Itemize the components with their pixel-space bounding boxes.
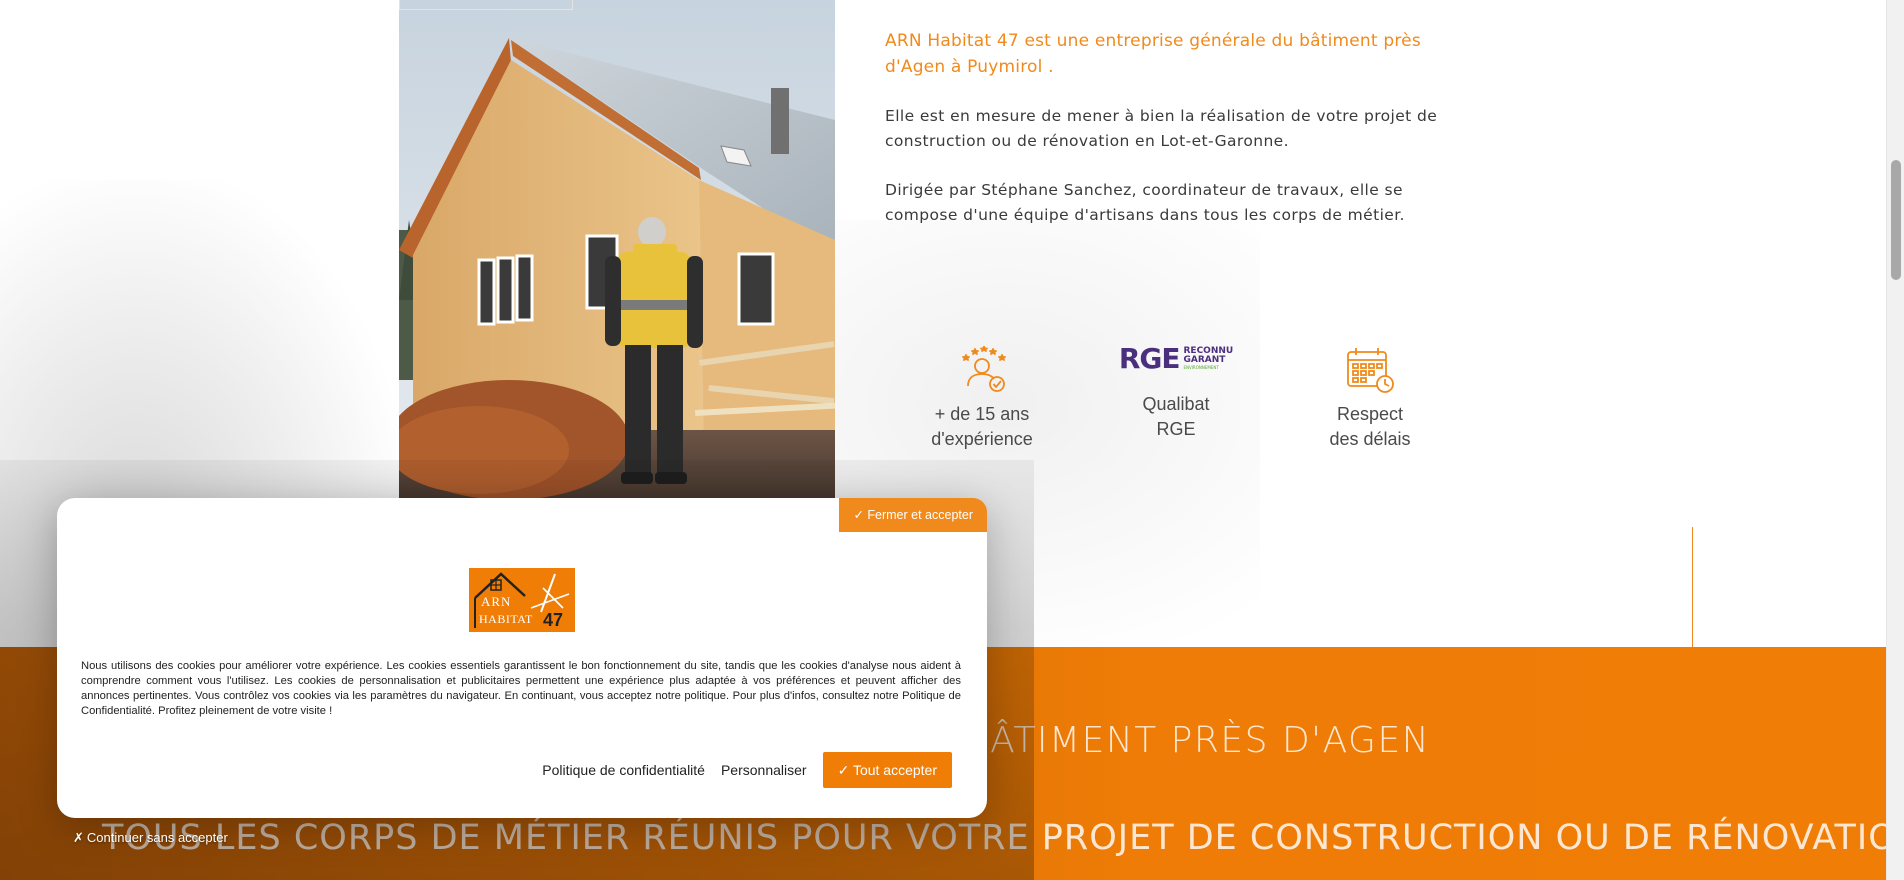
privacy-policy-link[interactable]: Politique de confidentialité [542, 762, 705, 778]
close-and-accept-button[interactable]: ✓ Fermer et accepter [839, 498, 987, 532]
rge-logo-text: RGE [1118, 341, 1181, 375]
cookie-actions: Politique de confidentialité Personnalis… [542, 752, 952, 788]
calendar-clock-icon [1347, 348, 1394, 393]
feature-label: d'expérience [931, 429, 1033, 449]
feature-label: Respect [1336, 404, 1404, 424]
cookie-description: Nous utilisons des cookies pour améliore… [81, 660, 961, 717]
decorative-frame [399, 0, 573, 10]
company-logo: ARN HABITAT 47 [469, 568, 575, 632]
rge-logo-sub: GARANT [1183, 354, 1226, 365]
intro-paragraph: Dirigée par Stéphane Sanchez, coordinate… [885, 181, 1405, 224]
decorative-line [1692, 527, 1693, 647]
feature-label: des délais [1329, 429, 1411, 449]
feature-rge: RGE RECONNU GARANT ENVIRONNEMENT Qualiba… [1116, 342, 1236, 442]
feature-deadlines: Respect des délais [1300, 346, 1440, 452]
accept-all-button[interactable]: ✓ Tout accepter [822, 752, 952, 788]
house-construction-photo [399, 0, 835, 498]
intro-paragraph: Elle est en mesure de mener à bien la ré… [885, 107, 1438, 150]
scrollbar[interactable] [1886, 0, 1904, 880]
rge-logo-sub: ENVIRONNEMENT [1183, 364, 1219, 370]
rge-logo: RGE RECONNU GARANT ENVIRONNEMENT [1119, 342, 1233, 374]
close-icon: ✗ [73, 830, 84, 845]
logo-text: ARN [481, 594, 511, 609]
intro-text-block: ARN Habitat 47 est une entreprise généra… [885, 28, 1465, 228]
cookie-consent-dialog: ✓ Fermer et accepter ARN HABITAT 47 Nous… [57, 498, 987, 818]
expert-stars-icon [962, 346, 1006, 392]
logo-text: 47 [543, 610, 563, 630]
intro-lead: ARN Habitat 47 est une entreprise généra… [885, 31, 1421, 77]
banner-heading: BÂTIMENT PRÈS D'AGEN [965, 720, 1431, 761]
feature-label: RGE [1156, 419, 1196, 439]
feature-experience: + de 15 ans d'expérience [912, 346, 1052, 452]
continue-label: Continuer sans accepter [86, 830, 228, 845]
feature-label: + de 15 ans [934, 404, 1030, 424]
continue-without-accepting-button[interactable]: ✗ Continuer sans accepter [73, 830, 228, 846]
page: ARN Habitat 47 est une entreprise généra… [0, 0, 1886, 880]
scrollbar-thumb[interactable] [1891, 160, 1901, 280]
customize-button[interactable]: Personnaliser [721, 762, 807, 778]
logo-text: HABITAT [479, 612, 533, 626]
feature-label: Qualibat [1142, 394, 1210, 414]
